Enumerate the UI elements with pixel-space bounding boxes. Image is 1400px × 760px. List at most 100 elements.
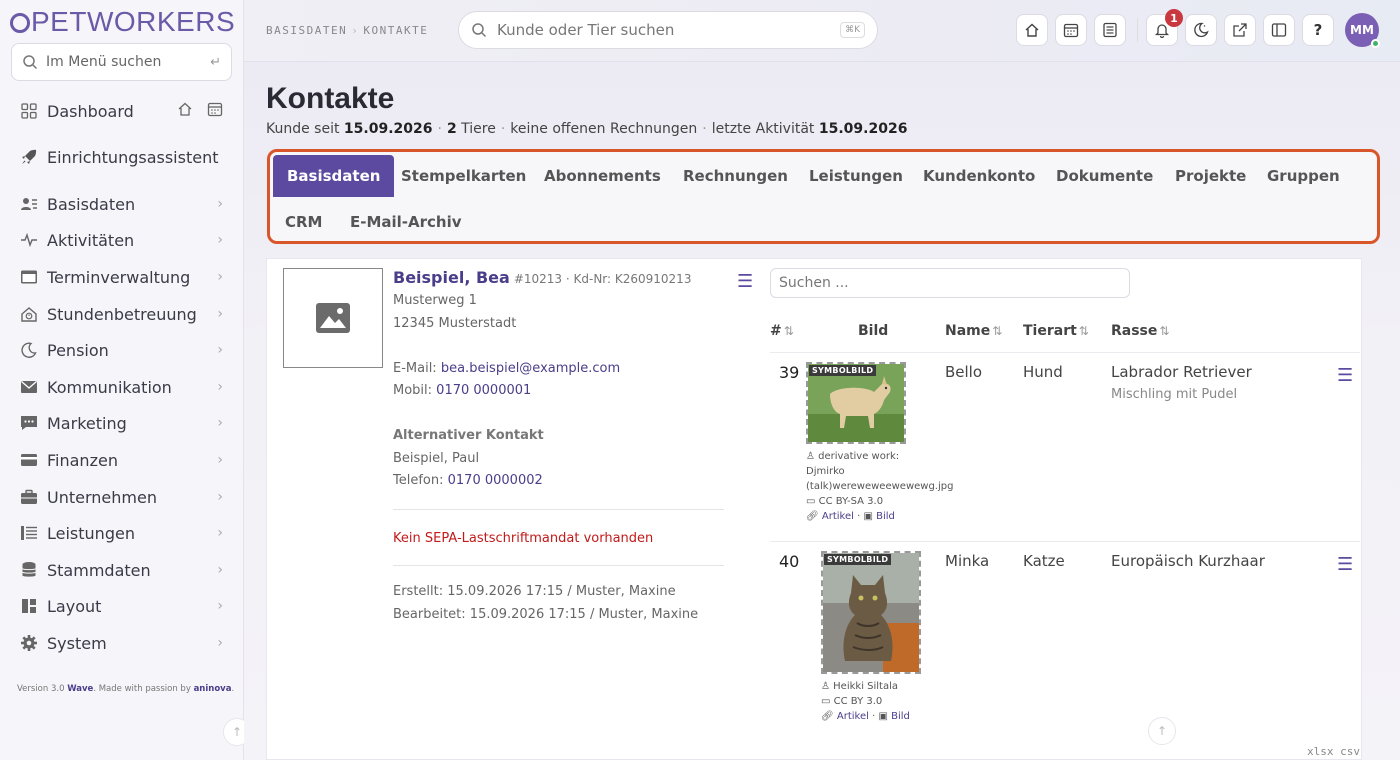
credit-article-link[interactable]: Artikel xyxy=(837,711,869,722)
version-brand[interactable]: Wave xyxy=(67,684,93,694)
tab-basisdaten[interactable]: Basisdaten xyxy=(273,155,395,197)
tab-abonnements[interactable]: Abonnements xyxy=(544,155,661,197)
external-link-button[interactable] xyxy=(1224,14,1256,46)
tab-crm[interactable]: CRM xyxy=(285,201,323,243)
pet-image[interactable]: SYMBOLBILD xyxy=(806,362,906,444)
pet-breed: Europäisch Kurzhaar xyxy=(1111,552,1265,570)
sidebar-item-basisdaten[interactable]: Basisdaten › xyxy=(19,189,223,219)
sidebar-item-kommunikation[interactable]: Kommunikation › xyxy=(19,372,223,402)
app-logo[interactable]: PETWORKERS xyxy=(10,6,235,38)
list-icon xyxy=(19,523,39,543)
sidebar-item-system[interactable]: System › xyxy=(19,628,223,658)
phone-link[interactable]: 0170 0000002 xyxy=(448,473,543,488)
tab-gruppen[interactable]: Gruppen xyxy=(1267,155,1340,197)
calendar-button[interactable] xyxy=(1055,14,1087,46)
mobile-link[interactable]: 0170 0000001 xyxy=(436,383,531,398)
author-icon: ♙ xyxy=(806,451,815,462)
sidebar-item-setup-wizard[interactable]: Einrichtungsassistent xyxy=(19,142,223,172)
sidebar-item-marketing[interactable]: Marketing › xyxy=(19,408,223,438)
export-links: xlsx csv xyxy=(1307,745,1360,758)
sidebar-item-label: Stammdaten xyxy=(47,560,151,580)
column-label: Rasse xyxy=(1111,323,1158,339)
sidebar-item-label: Aktivitäten xyxy=(47,230,135,250)
image-credit: ♙ Heikki Siltala ▭ CC BY 3.0 🔗︎ Artikel … xyxy=(821,681,910,722)
menu-search-placeholder: Im Menü suchen xyxy=(46,54,162,70)
pets-search-input[interactable]: Suchen ... xyxy=(770,268,1130,298)
email-link[interactable]: bea.beispiel@example.com xyxy=(441,361,620,376)
toggle-sidebar-button[interactable] xyxy=(1263,14,1295,46)
logo-text: PETWORKERS xyxy=(31,6,236,37)
credit-image-link[interactable]: Bild xyxy=(891,711,910,722)
user-avatar[interactable]: MM xyxy=(1345,13,1380,48)
company-link[interactable]: aninova xyxy=(194,684,232,694)
notes-button[interactable] xyxy=(1094,14,1126,46)
sidebar-item-leistungen[interactable]: Leistungen › xyxy=(19,518,223,548)
tab-leistungen[interactable]: Leistungen xyxy=(809,155,903,197)
credit-article-link[interactable]: Artikel xyxy=(822,511,854,522)
contact-photo-placeholder[interactable] xyxy=(283,268,383,368)
search-shortcut-badge: ⌘K xyxy=(840,22,865,38)
scroll-top-button[interactable]: ↑ xyxy=(1148,717,1176,745)
chevron-right-icon: › xyxy=(217,415,223,431)
sidebar-item-label: Dashboard xyxy=(47,101,134,121)
tab-projekte[interactable]: Projekte xyxy=(1175,155,1246,197)
sidebar-item-label: Layout xyxy=(47,596,102,616)
sidebar-item-aktivitaeten[interactable]: Aktivitäten › xyxy=(19,225,223,255)
column-header-num[interactable]: # ⇅ xyxy=(770,323,794,339)
notifications-button[interactable]: 1 xyxy=(1146,9,1183,46)
column-header-breed[interactable]: Rasse ⇅ xyxy=(1111,323,1169,339)
chevron-right-icon: › xyxy=(217,269,223,285)
calendar-icon[interactable] xyxy=(207,101,223,121)
sidebar-item-dashboard[interactable]: Dashboard xyxy=(19,96,223,126)
license-icon: ▭ xyxy=(806,496,816,507)
house-clock-icon xyxy=(19,304,39,324)
version-end: . xyxy=(231,684,235,694)
pet-name[interactable]: Minka xyxy=(945,552,989,570)
export-csv-link[interactable]: csv xyxy=(1340,745,1360,758)
tab-rechnungen[interactable]: Rechnungen xyxy=(683,155,788,197)
moon-icon xyxy=(1194,22,1209,38)
tab-stempelkarten[interactable]: Stempelkarten xyxy=(401,155,526,197)
home-icon xyxy=(1025,23,1039,37)
sidebar-item-unternehmen[interactable]: Unternehmen › xyxy=(19,482,223,512)
sidebar-item-terminverwaltung[interactable]: Terminverwaltung › xyxy=(19,262,223,292)
global-search-input[interactable]: Kunde oder Tier suchen ⌘K xyxy=(458,11,878,49)
menu-search-input[interactable]: Im Menü suchen ↵ xyxy=(11,43,232,81)
night-mode-button[interactable] xyxy=(1185,14,1217,46)
pet-row-menu-button[interactable]: ☰ xyxy=(1337,365,1353,386)
last-activity-label: letzte Aktivität xyxy=(711,121,815,137)
chevron-right-icon: › xyxy=(217,598,223,614)
sidebar-item-pension[interactable]: Pension › xyxy=(19,335,223,365)
customer-summary: Kunde seit 15.09.2026 · 2 Tiere · keine offe… xyxy=(266,121,907,137)
alt-contact-heading: Alternativer Kontakt xyxy=(393,428,544,443)
column-header-species[interactable]: Tierart ⇅ xyxy=(1023,323,1089,339)
chevron-right-icon: › xyxy=(217,232,223,248)
tab-dokumente[interactable]: Dokumente xyxy=(1056,155,1153,197)
sidebar-item-label: Einrichtungsassistent xyxy=(47,147,219,167)
tab-kundenkonto[interactable]: Kundenkonto xyxy=(923,155,1035,197)
sidebar-item-stundenbetreuung[interactable]: Stundenbetreuung › xyxy=(19,299,223,329)
pets-count: 2 xyxy=(446,121,457,137)
sidebar-item-stammdaten[interactable]: Stammdaten › xyxy=(19,555,223,585)
home-button[interactable] xyxy=(1016,14,1048,46)
version-made-by: . Made with passion by xyxy=(93,684,191,694)
contact-street: Musterweg 1 xyxy=(393,293,477,308)
pets-label: Tiere xyxy=(461,121,496,137)
contact-menu-button[interactable]: ☰ xyxy=(737,271,753,292)
paw-logo-icon xyxy=(10,13,30,33)
arrow-up-icon: ↑ xyxy=(231,725,243,739)
home-icon[interactable] xyxy=(177,101,193,121)
export-xlsx-link[interactable]: xlsx xyxy=(1307,745,1334,758)
chevron-right-icon: › xyxy=(217,562,223,578)
column-header-name[interactable]: Name ⇅ xyxy=(945,323,1002,339)
pet-row-menu-button[interactable]: ☰ xyxy=(1337,554,1353,575)
pet-image[interactable]: SYMBOLBILD xyxy=(821,551,921,674)
help-button[interactable]: ? xyxy=(1302,14,1334,46)
tab-email-archiv[interactable]: E-Mail-Archiv xyxy=(350,201,462,243)
sidebar-item-layout[interactable]: Layout › xyxy=(19,591,223,621)
sidebar-item-finanzen[interactable]: Finanzen › xyxy=(19,445,223,475)
credit-image-link[interactable]: Bild xyxy=(876,511,895,522)
pet-name[interactable]: Bello xyxy=(945,363,982,381)
breadcrumb-basisdaten[interactable]: BASISDATEN xyxy=(266,24,347,37)
image-icon: ▣ xyxy=(863,511,873,522)
